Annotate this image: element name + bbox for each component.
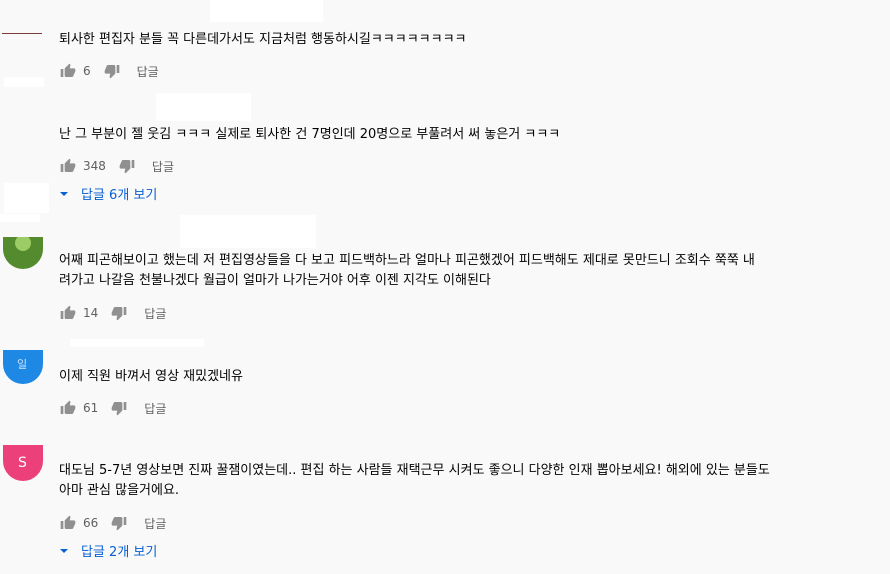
comment-text: 어째 피곤해보이고 했는데 저 편집영상들을 다 보고 피드백하느라 얼마나 피… [59, 253, 755, 288]
avatar[interactable] [3, 237, 43, 269]
like-count: 66 [83, 516, 99, 530]
redaction-patch [70, 339, 204, 347]
avatar-letter: 일 [17, 358, 28, 371]
avatar[interactable]: S [3, 445, 43, 481]
reply-button[interactable]: 답글 [144, 305, 166, 322]
comment-text: 퇴사한 편집자 분들 꼭 다른데가서도 지금처럼 행동하시길ㅋㅋㅋㅋㅋㅋㅋㅋ [59, 32, 467, 47]
thumbs-down-icon[interactable] [110, 399, 128, 417]
caret-down-icon [60, 548, 68, 553]
thumbs-down-icon[interactable] [103, 62, 121, 80]
like-count: 348 [83, 159, 106, 173]
thumbs-up-icon[interactable] [59, 514, 77, 532]
redaction-patch [4, 183, 49, 213]
thumbs-down-icon[interactable] [110, 304, 128, 322]
comment-text: 이제 직원 바껴서 영상 재밌겠네유 [59, 369, 243, 384]
comment-actions: 66 답글 [59, 513, 166, 533]
redaction-patch [0, 214, 40, 222]
like-count: 14 [83, 306, 99, 320]
view-replies-button[interactable]: 답글 2개 보기 [59, 541, 157, 560]
thumbs-down-icon[interactable] [110, 514, 128, 532]
avatar[interactable]: 일 [3, 350, 43, 384]
comment-actions: 61 답글 [59, 398, 166, 418]
avatar[interactable] [2, 121, 42, 127]
caret-down-icon [60, 191, 68, 196]
redaction-patch [210, 0, 323, 22]
thumbs-up-icon[interactable] [59, 399, 77, 417]
view-replies-label: 답글 2개 보기 [81, 545, 158, 560]
reply-button[interactable]: 답글 [137, 63, 159, 80]
avatar-letter: S [18, 455, 27, 471]
thumbs-up-icon[interactable] [59, 304, 77, 322]
comment-actions: 14 답글 [59, 303, 166, 323]
comment-actions: 6 답글 [59, 61, 159, 81]
like-count: 6 [83, 64, 91, 78]
thumbs-down-icon[interactable] [118, 157, 136, 175]
comment-actions: 348 답글 [59, 156, 174, 176]
redaction-patch [180, 215, 316, 248]
redaction-patch [4, 77, 44, 87]
like-count: 61 [83, 401, 99, 415]
redaction-patch [156, 93, 251, 121]
view-replies-label: 답글 6개 보기 [81, 188, 158, 203]
reply-button[interactable]: 답글 [152, 158, 174, 175]
view-replies-button[interactable]: 답글 6개 보기 [59, 184, 157, 203]
comment-text: 난 그 부분이 젤 웃김 ㅋㅋㅋ 실제로 퇴사한 건 7명인데 20명으로 부풀… [59, 127, 561, 142]
thumbs-up-icon[interactable] [59, 157, 77, 175]
reply-button[interactable]: 답글 [144, 515, 166, 532]
avatar[interactable] [2, 26, 42, 34]
reply-button[interactable]: 답글 [144, 400, 166, 417]
thumbs-up-icon[interactable] [59, 62, 77, 80]
comment-text: 대도님 5-7년 영상보면 진짜 꿀잼이였는데.. 편집 하는 사람들 재택근무… [59, 463, 770, 498]
